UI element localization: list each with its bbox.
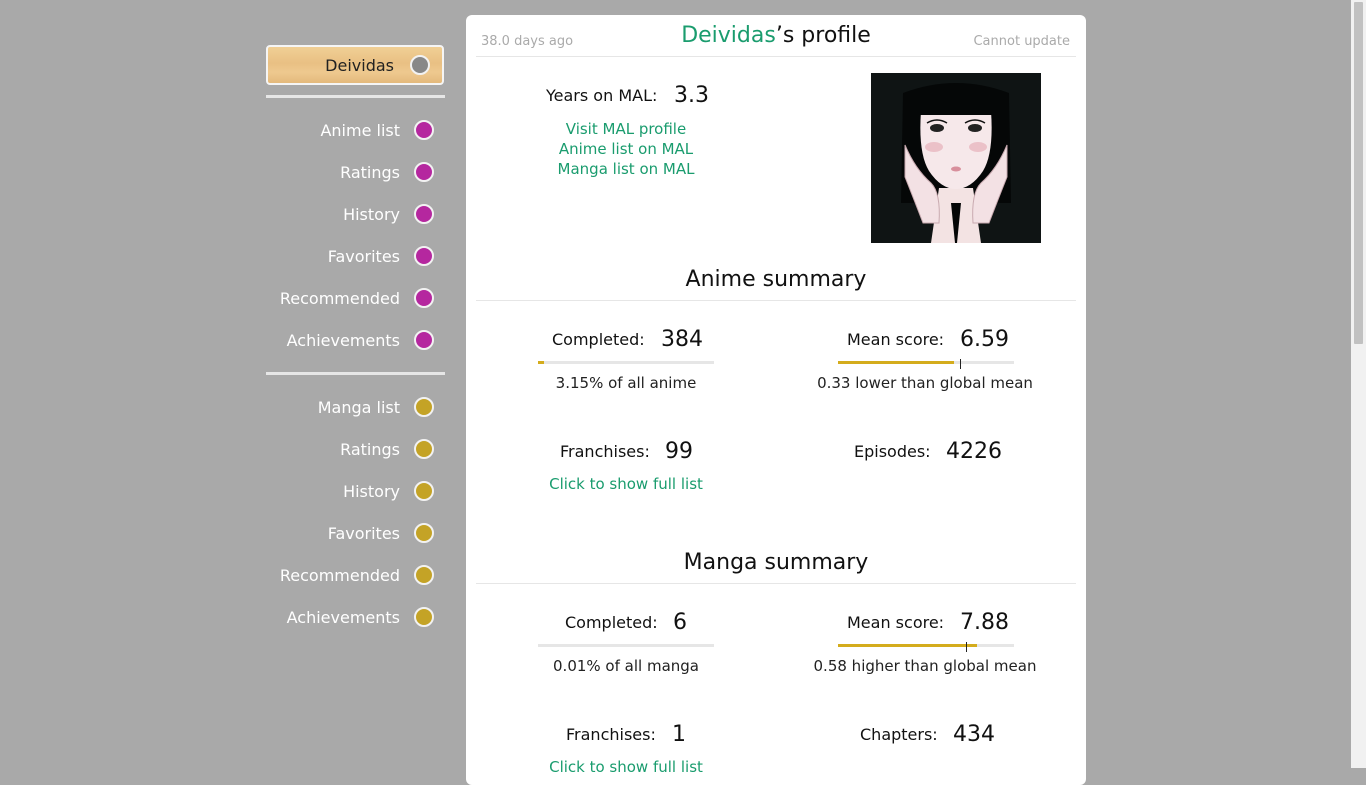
years-value: 3.3 bbox=[674, 83, 709, 108]
manga-mean-sub: 0.58 higher than global mean bbox=[805, 657, 1045, 675]
manga-list-mal-link[interactable]: Manga list on MAL bbox=[526, 160, 726, 178]
sidebar-item-label: Recommended bbox=[280, 289, 400, 308]
anime-episodes-value: 4226 bbox=[946, 439, 1002, 464]
profile-header: 38.0 days ago Deividas’s profile Cannot … bbox=[466, 15, 1086, 57]
anime-dot-icon bbox=[414, 330, 434, 350]
anime-dot-icon bbox=[414, 120, 434, 140]
years-label: Years on MAL: bbox=[546, 86, 657, 105]
anime-franchises-label: Franchises: bbox=[560, 442, 650, 461]
sidebar-item-anime-list[interactable]: Anime list bbox=[266, 109, 446, 151]
anime-franchises-value: 99 bbox=[665, 439, 693, 464]
manga-dot-icon bbox=[414, 565, 434, 585]
manga-franchises-value: 1 bbox=[672, 722, 686, 747]
manga-summary-divider bbox=[476, 583, 1076, 584]
manga-dot-icon bbox=[414, 439, 434, 459]
sidebar-item-label: Achievements bbox=[287, 608, 400, 627]
anime-completed-bar-fill bbox=[538, 361, 544, 364]
sidebar-item-anime-ratings[interactable]: Ratings bbox=[266, 151, 446, 193]
header-divider bbox=[476, 56, 1076, 57]
sidebar-item-label: Ratings bbox=[340, 440, 400, 459]
anime-summary-title: Anime summary bbox=[466, 267, 1086, 292]
manga-chapters-label: Chapters: bbox=[860, 725, 938, 744]
sidebar-item-anime-favorites[interactable]: Favorites bbox=[266, 235, 446, 277]
anime-completed-bar bbox=[538, 361, 714, 364]
anime-global-mean-marker bbox=[960, 359, 961, 369]
manga-completed-bar bbox=[538, 644, 714, 647]
manga-dot-icon bbox=[414, 523, 434, 543]
scrollbar-thumb[interactable] bbox=[1354, 2, 1363, 344]
manga-completed-sub: 0.01% of all manga bbox=[506, 657, 746, 675]
anime-mean-label: Mean score: bbox=[847, 330, 944, 349]
manga-dot-icon bbox=[414, 397, 434, 417]
manga-summary-title: Manga summary bbox=[466, 550, 1086, 575]
anime-completed-sub: 3.15% of all anime bbox=[506, 374, 746, 392]
sidebar-item-anime-history[interactable]: History bbox=[266, 193, 446, 235]
profile-username: Deividas bbox=[681, 23, 776, 48]
anime-dot-icon bbox=[414, 288, 434, 308]
manga-franchises-show-link[interactable]: Click to show full list bbox=[506, 758, 746, 776]
manga-mean-label: Mean score: bbox=[847, 613, 944, 632]
anime-completed-value: 384 bbox=[661, 327, 703, 352]
manga-franchises-label: Franchises: bbox=[566, 725, 656, 744]
sidebar-item-manga-favorites[interactable]: Favorites bbox=[266, 512, 446, 554]
manga-completed-label: Completed: bbox=[565, 613, 658, 632]
sidebar-item-label: History bbox=[343, 205, 400, 224]
sidebar-item-label: History bbox=[343, 482, 400, 501]
manga-chapters-value: 434 bbox=[953, 722, 995, 747]
manga-mean-bar bbox=[838, 644, 1014, 647]
sidebar-item-label: Favorites bbox=[328, 247, 400, 266]
sidebar-item-label: Ratings bbox=[340, 163, 400, 182]
sidebar-item-label: Recommended bbox=[280, 566, 400, 585]
anime-completed-label: Completed: bbox=[552, 330, 645, 349]
sidebar-item-manga-ratings[interactable]: Ratings bbox=[266, 428, 446, 470]
anime-mean-value: 6.59 bbox=[960, 327, 1009, 352]
sidebar-item-label: Manga list bbox=[318, 398, 400, 417]
avatar bbox=[871, 73, 1041, 243]
manga-global-mean-marker bbox=[966, 642, 967, 652]
avatar-illustration bbox=[871, 73, 1041, 243]
manga-completed-value: 6 bbox=[673, 610, 687, 635]
anime-list-mal-link[interactable]: Anime list on MAL bbox=[526, 140, 726, 158]
update-button[interactable]: Cannot update bbox=[973, 34, 1070, 49]
manga-dot-icon bbox=[414, 481, 434, 501]
sidebar-item-manga-achievements[interactable]: Achievements bbox=[266, 596, 446, 638]
profile-panel: 38.0 days ago Deividas’s profile Cannot … bbox=[466, 15, 1086, 785]
anime-dot-icon bbox=[414, 162, 434, 182]
sidebar-item-anime-achievements[interactable]: Achievements bbox=[266, 319, 446, 361]
sidebar-item-label: Anime list bbox=[320, 121, 400, 140]
anime-franchises-show-link[interactable]: Click to show full list bbox=[506, 475, 746, 493]
sidebar-item-anime-recommended[interactable]: Recommended bbox=[266, 277, 446, 319]
sidebar: Deividas Anime list Ratings History Favo… bbox=[266, 45, 446, 638]
sidebar-item-label: Achievements bbox=[287, 331, 400, 350]
page-title-suffix: ’s profile bbox=[776, 23, 871, 48]
sidebar-divider bbox=[266, 372, 445, 375]
anime-mean-bar-fill bbox=[838, 361, 954, 364]
user-status-dot-icon bbox=[410, 55, 430, 75]
visit-mal-profile-link[interactable]: Visit MAL profile bbox=[526, 120, 726, 138]
manga-mean-bar-fill bbox=[838, 644, 977, 647]
sidebar-item-label: Favorites bbox=[328, 524, 400, 543]
anime-mean-sub: 0.33 lower than global mean bbox=[805, 374, 1045, 392]
sidebar-divider bbox=[266, 95, 445, 98]
sidebar-item-manga-history[interactable]: History bbox=[266, 470, 446, 512]
anime-summary-divider bbox=[476, 300, 1076, 301]
anime-dot-icon bbox=[414, 204, 434, 224]
user-button[interactable]: Deividas bbox=[266, 45, 444, 85]
page-scrollbar[interactable] bbox=[1351, 0, 1366, 768]
sidebar-item-manga-recommended[interactable]: Recommended bbox=[266, 554, 446, 596]
manga-dot-icon bbox=[414, 607, 434, 627]
anime-mean-bar bbox=[838, 361, 1014, 364]
anime-episodes-label: Episodes: bbox=[854, 442, 931, 461]
anime-dot-icon bbox=[414, 246, 434, 266]
manga-mean-value: 7.88 bbox=[960, 610, 1009, 635]
user-button-label: Deividas bbox=[325, 56, 394, 75]
sidebar-item-manga-list[interactable]: Manga list bbox=[266, 386, 446, 428]
